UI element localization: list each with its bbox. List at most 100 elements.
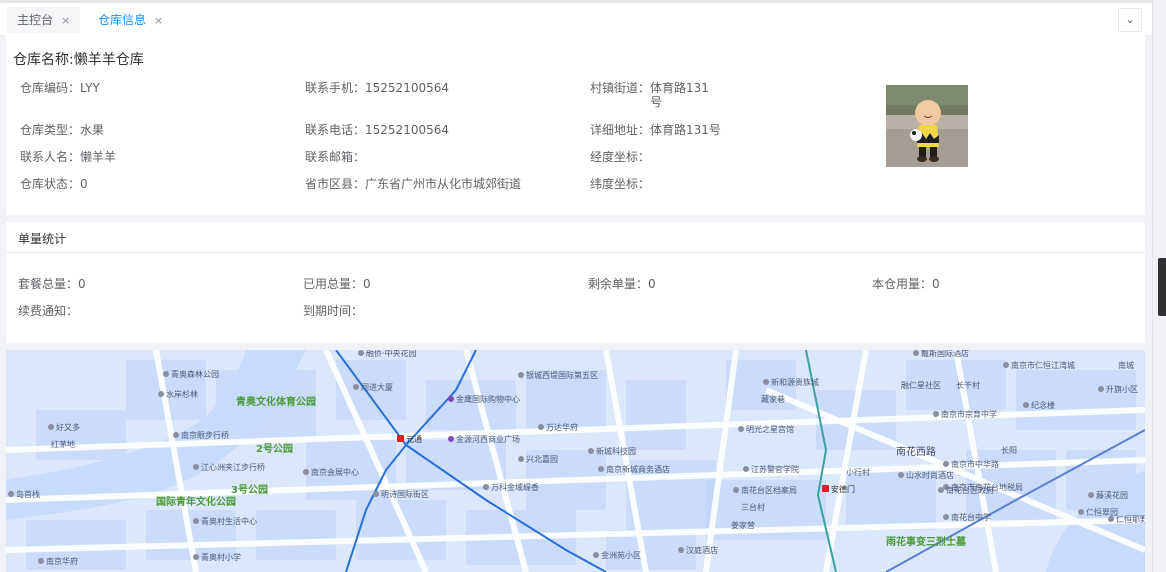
map-label[interactable]: 三台村	[741, 502, 765, 512]
map-label[interactable]: 安德门	[822, 484, 855, 494]
map-label[interactable]: 南花台中学	[943, 512, 991, 522]
map-label-text: 金源河西商业广场	[456, 434, 520, 444]
map-label[interactable]: 南京会展中心	[303, 467, 359, 477]
close-icon[interactable]: ×	[61, 14, 70, 27]
vertical-scrollbar[interactable]	[1158, 258, 1166, 316]
map-label-text: 南花台中学	[951, 512, 991, 522]
map-label[interactable]: 明光之星宫馆	[738, 424, 794, 434]
close-icon[interactable]: ×	[154, 14, 163, 27]
map-label[interactable]: 南花西路	[896, 445, 936, 458]
map-label-text: 新城科技园	[596, 446, 636, 456]
tab-dropdown-button[interactable]: ⌄	[1118, 8, 1142, 32]
order-stats-card: 单量统计 套餐总量：0 已用总量：0 剩余单量：0 本仓用量：0 续费通知： 到…	[6, 222, 1145, 343]
field-label: 联系邮箱：	[305, 150, 366, 164]
map-label-text: 元通	[406, 434, 422, 444]
field-longitude: 经度坐标：	[590, 150, 650, 164]
map-label[interactable]: 长干村	[956, 380, 980, 390]
field-label: 剩余单量：	[588, 277, 649, 291]
map-label-text: 南城	[1118, 360, 1134, 370]
field-label: 联系手机：	[305, 81, 366, 95]
map-label[interactable]: 国际青年文化公园	[156, 495, 236, 508]
field-value: 懒羊羊	[80, 150, 117, 164]
map-label-text: 红茅地	[51, 439, 75, 449]
map-label-text: 南京市中华路	[951, 459, 999, 469]
map-label[interactable]: 藏家巷	[761, 394, 785, 404]
map-label-text: 升旗小区	[1106, 384, 1138, 394]
map-label[interactable]: 江心洲夹江步行桥	[193, 462, 265, 472]
map-label[interactable]: 青奥村小学	[193, 552, 241, 562]
map-label[interactable]: 融仁星社区	[901, 380, 941, 390]
map-label[interactable]: 新和源贵族城	[763, 377, 819, 387]
field-street: 村镇街道： 体育路131号	[590, 81, 712, 109]
map-label-text: 雨花事变三烈士墓	[886, 535, 967, 548]
map-label[interactable]: 江苏警官学院	[743, 464, 799, 474]
map-label-text: 安德门	[831, 484, 855, 494]
warehouse-avatar	[886, 85, 968, 167]
map-label[interactable]: 南京市仁恒江湾城	[1003, 360, 1075, 370]
field-label: 纬度坐标：	[590, 177, 651, 191]
map-label[interactable]: 银城西堤国际第五区	[518, 370, 598, 380]
map-label[interactable]: 青奥森林公园	[163, 369, 219, 379]
map-label-text: 融侨·中央花园	[366, 350, 417, 358]
field-label: 到期时间：	[303, 304, 364, 318]
tab-bar: 主控台 × 仓库信息 × ⌄	[0, 0, 1152, 35]
map-label[interactable]: 姜家营	[731, 520, 755, 530]
map-label-text: 国际青年文化公园	[156, 495, 236, 508]
map-label[interactable]: 红茅地	[51, 439, 75, 449]
map-label[interactable]: 南京市宗育中学	[933, 409, 997, 419]
map-label[interactable]: 融侨·中央花园	[358, 350, 417, 358]
field-phone: 联系电话：15252100564	[305, 123, 449, 137]
tab-label: 仓库信息	[98, 13, 147, 27]
tab-dashboard[interactable]: 主控台 ×	[7, 7, 81, 33]
map-label-text: 融仁星社区	[901, 380, 941, 390]
stat-warehouse-used: 本仓用量：0	[872, 277, 940, 291]
map-label[interactable]: 小行村	[846, 467, 870, 477]
map-label-text: 江心洲夹江步行桥	[201, 462, 265, 472]
map-label[interactable]: 新城科技园	[588, 446, 636, 456]
field-label: 省市区县：	[305, 177, 366, 191]
map-label[interactable]: 南京市中华路	[943, 459, 999, 469]
chevron-down-icon: ⌄	[1125, 13, 1135, 26]
map-label[interactable]: 南京眼步行桥	[173, 430, 229, 440]
tab-warehouse-info[interactable]: 仓库信息 ×	[88, 7, 174, 33]
field-label: 仓库类型：	[20, 123, 81, 137]
map-label[interactable]: 南花台区政府	[938, 485, 994, 495]
map-label-text: 江苏警官学院	[751, 464, 799, 474]
stat-renewal-notice: 续费通知：	[18, 304, 78, 318]
field-label: 仓库编码：	[20, 81, 81, 95]
map-label-text: 同进大厦	[361, 382, 393, 392]
field-value: 0	[648, 277, 656, 291]
map-label[interactable]: 元通	[397, 434, 422, 444]
map-label-text: 汉庭酒店	[686, 545, 718, 555]
cartoon-boy-icon	[886, 85, 968, 167]
field-contact-name: 联系人名：懒羊羊	[20, 150, 116, 164]
map-label[interactable]: 山水时尚酒店	[898, 470, 954, 480]
map-label[interactable]: 兴北嘉园	[518, 454, 558, 464]
map-label[interactable]: 万科金域缇香	[483, 482, 539, 492]
map-label[interactable]: 雨花事变三烈士墓	[886, 535, 967, 548]
map-label[interactable]: 青奥村生活中心	[193, 516, 257, 526]
map-label[interactable]: 金源河西商业广场	[448, 434, 520, 444]
map-label[interactable]: 3号公园	[231, 484, 268, 496]
stat-remaining: 剩余单量：0	[588, 277, 656, 291]
map-label[interactable]: 南京新城商务酒店	[598, 464, 670, 474]
map-label-text: 万科金域缇香	[491, 482, 539, 492]
map-label[interactable]: 南花台区档案局	[733, 485, 797, 495]
field-address: 详细地址：体育路131号	[590, 123, 721, 137]
card-header: 单量统计	[6, 222, 1145, 253]
map-label[interactable]: 南城	[1118, 360, 1134, 370]
field-label: 经度坐标：	[590, 150, 651, 164]
map-label[interactable]: 2号公园	[256, 443, 293, 455]
map-label[interactable]: 青奥文化体育公园	[236, 395, 316, 408]
map-label[interactable]: 长阳	[1001, 445, 1017, 455]
map-label-text: 戴斯国际酒店	[921, 350, 969, 358]
stat-expire-time: 到期时间：	[303, 304, 363, 318]
map-label-text: 2号公园	[256, 443, 293, 455]
map-canvas[interactable]: 融侨·中央花园 戴斯国际酒店青奥森林公园同进大厦银城西堤国际第五区新和源贵族城南京…	[6, 350, 1145, 572]
map-label[interactable]: 金鹰国际购物中心	[448, 394, 520, 404]
map-label[interactable]: 戴斯国际酒店	[913, 350, 969, 358]
map-label[interactable]: 金洲苑小区	[593, 550, 641, 560]
map-label-text: 姜家营	[731, 520, 755, 530]
map-view[interactable]: 融侨·中央花园 戴斯国际酒店 青奥森林公园 同进大厦 银城西堤国际第五区 新和源贵族城 南京…	[6, 350, 1145, 572]
map-label[interactable]: 明诗国际街区	[373, 489, 429, 499]
